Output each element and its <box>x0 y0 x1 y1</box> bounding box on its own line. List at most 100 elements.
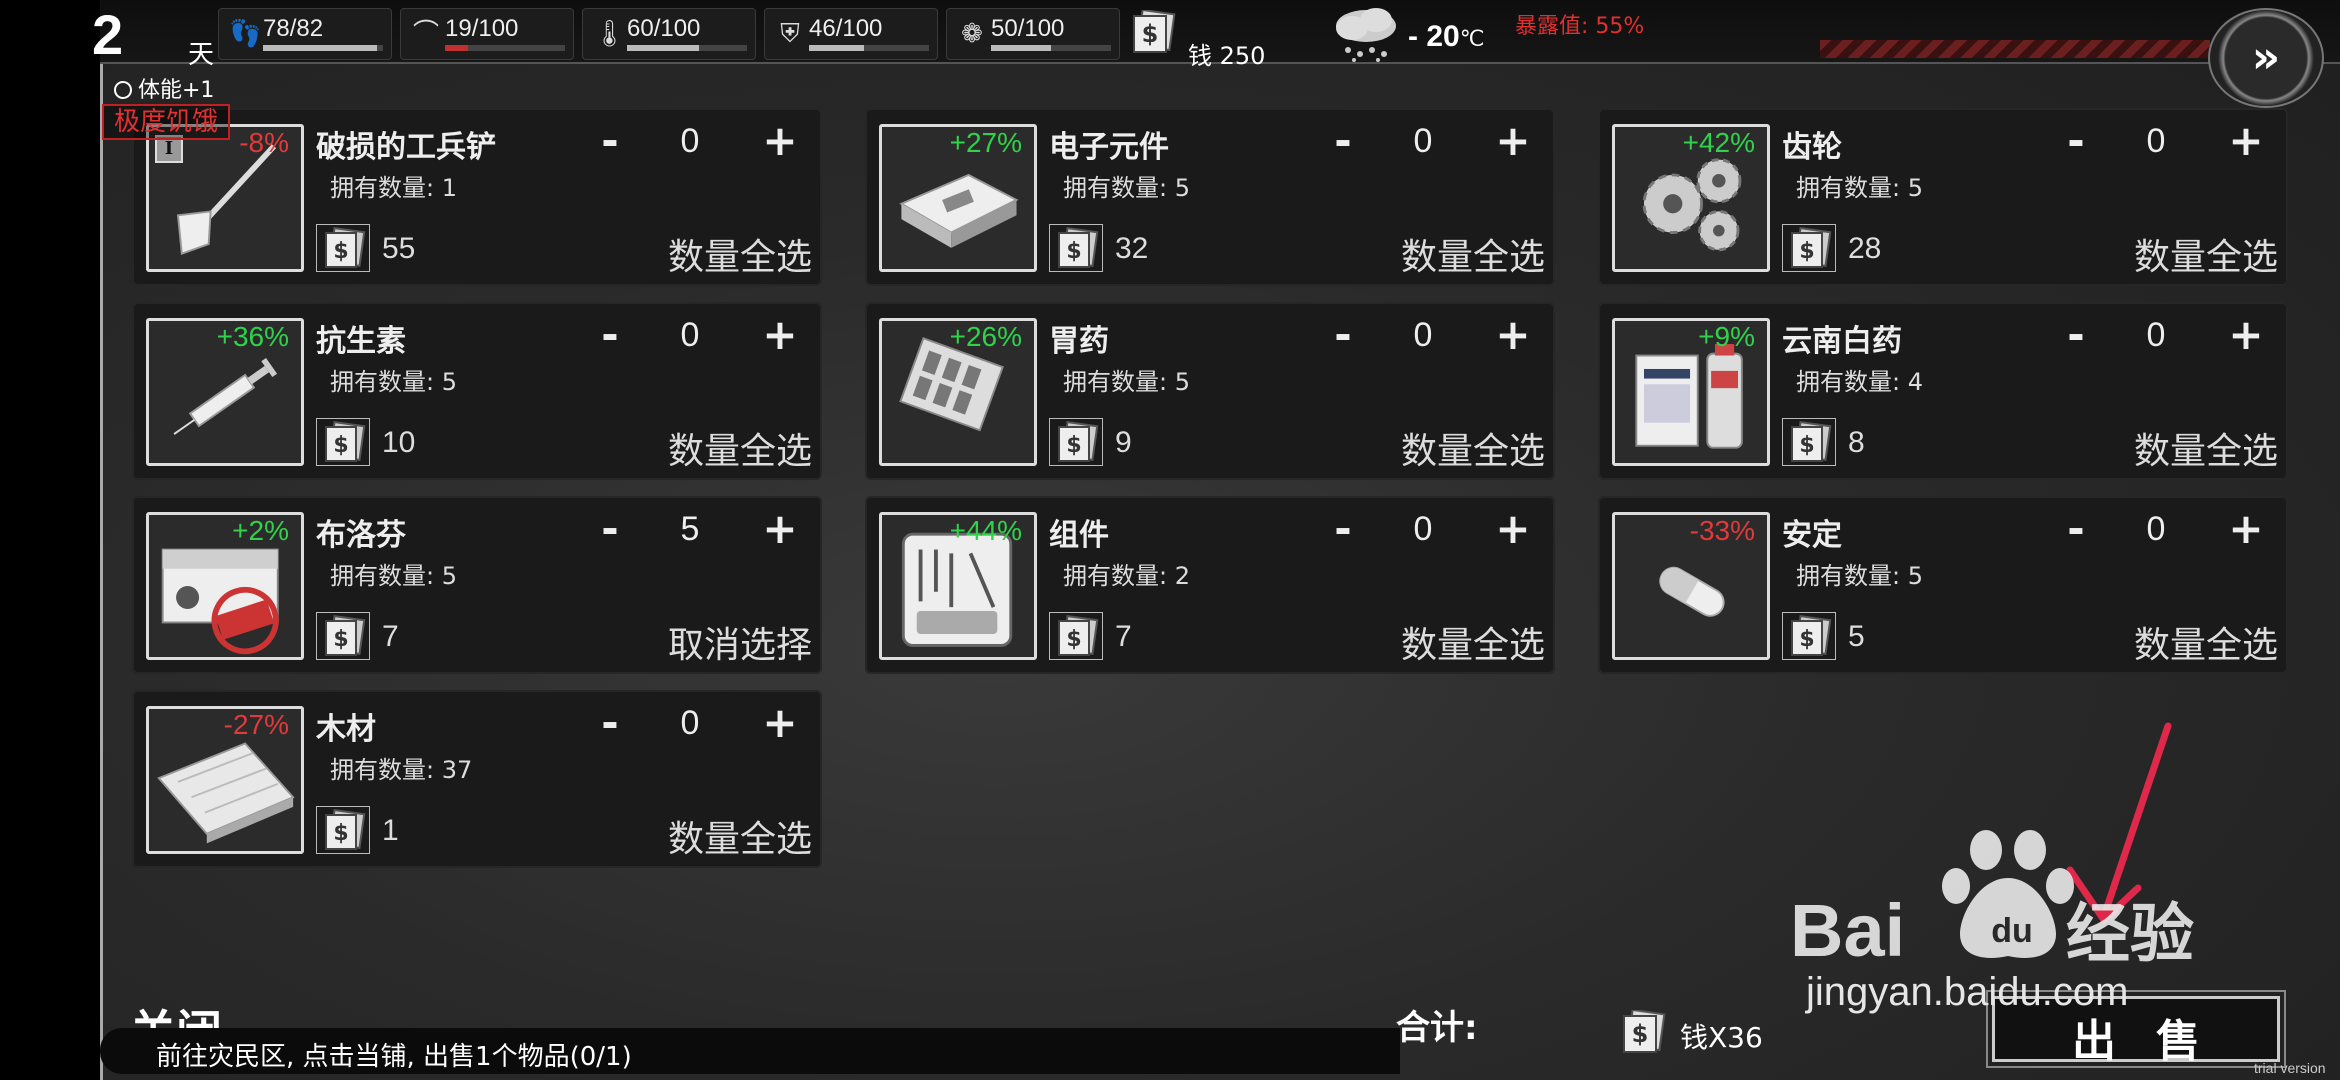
item-thumbnail[interactable]: I -8% <box>146 124 304 272</box>
stat-bar <box>263 45 383 51</box>
decrease-quantity-button[interactable]: - <box>590 310 630 359</box>
money-icon: $ <box>1782 612 1836 660</box>
select-all-quantity-button[interactable]: 数量全选 <box>668 810 812 862</box>
total-label: 合计: <box>1396 1008 1478 1048</box>
money-icon: $ <box>1049 418 1103 466</box>
increase-quantity-button[interactable]: + <box>760 504 800 553</box>
increase-quantity-button[interactable]: + <box>1493 504 1533 553</box>
quantity-value: 0 <box>2146 316 2166 354</box>
snow-cloud-icon <box>1336 8 1396 62</box>
increase-quantity-button[interactable]: + <box>2226 504 2266 553</box>
svg-text:du: du <box>1991 912 2033 950</box>
quantity-value: 0 <box>1413 316 1433 354</box>
item-thumbnail[interactable]: +42% <box>1612 124 1770 272</box>
select-all-quantity-button[interactable]: 数量全选 <box>668 422 812 474</box>
item-thumbnail[interactable]: +44% <box>879 512 1037 660</box>
quantity-value: 0 <box>1413 510 1433 548</box>
item-card: +2% 布洛芬 拥有数量: 5 $7 - 5 + 取消选择 <box>132 496 822 674</box>
quantity-value: 0 <box>1413 122 1433 160</box>
stat-bar-fill <box>991 45 1051 51</box>
increase-quantity-button[interactable]: + <box>2226 310 2266 359</box>
stat-bar <box>627 45 747 51</box>
select-all-quantity-button[interactable]: 数量全选 <box>1401 422 1545 474</box>
item-card: -33% 安定 拥有数量: 5 $5 - 0 + 数量全选 <box>1598 496 2288 674</box>
svg-text:$: $ <box>1799 627 1814 652</box>
select-all-quantity-button[interactable]: 数量全选 <box>668 228 812 280</box>
money-icon: $ <box>316 612 370 660</box>
item-thumbnail[interactable]: +27% <box>879 124 1037 272</box>
price-change: +27% <box>949 127 1022 158</box>
stat-bar <box>991 45 1111 51</box>
svg-text:经验: 经验 <box>2066 898 2194 972</box>
select-all-quantity-button[interactable]: 数量全选 <box>1401 228 1545 280</box>
increase-quantity-button[interactable]: + <box>760 698 800 747</box>
svg-text:$: $ <box>1632 1020 1649 1048</box>
select-all-quantity-button[interactable]: 数量全选 <box>1401 616 1545 668</box>
item-name: 木材 <box>316 712 376 747</box>
item-card: +36% 抗生素 拥有数量: 5 $10 - 0 + 数量全选 <box>132 302 822 480</box>
decrease-quantity-button[interactable]: - <box>590 116 630 165</box>
price-change: +42% <box>1682 127 1755 158</box>
select-all-quantity-button[interactable]: 数量全选 <box>2134 228 2278 280</box>
decrease-quantity-button[interactable]: - <box>2056 116 2096 165</box>
decrease-quantity-button[interactable]: - <box>1323 504 1363 553</box>
increase-quantity-button[interactable]: + <box>760 310 800 359</box>
exposure-bar <box>1820 40 2210 58</box>
decrease-quantity-button[interactable]: - <box>1323 116 1363 165</box>
item-name: 电子元件 <box>1049 130 1169 165</box>
svg-text:$: $ <box>333 239 348 264</box>
item-name: 布洛芬 <box>316 518 406 553</box>
owned-count: 拥有数量: 5 <box>1063 174 1190 202</box>
item-name: 破损的工兵铲 <box>316 130 496 165</box>
decrease-quantity-button[interactable]: - <box>590 698 630 747</box>
item-thumbnail[interactable]: +26% <box>879 318 1037 466</box>
price-change: +9% <box>1698 321 1755 352</box>
owned-count: 拥有数量: 4 <box>1796 368 1923 396</box>
item-thumbnail[interactable]: +9% <box>1612 318 1770 466</box>
item-price: 7 <box>1115 620 1132 653</box>
item-thumbnail[interactable]: +36% <box>146 318 304 466</box>
owned-count: 拥有数量: 5 <box>330 562 457 590</box>
owned-count: 拥有数量: 2 <box>1063 562 1190 590</box>
svg-text:$: $ <box>333 433 348 458</box>
money-icon: $ <box>1782 224 1836 272</box>
stat-4: ❁ 50/100 <box>946 8 1120 60</box>
money-icon: $ <box>316 806 370 854</box>
item-price: 9 <box>1115 426 1132 459</box>
decrease-quantity-button[interactable]: - <box>590 504 630 553</box>
stat-1: ⌒ 19/100 <box>400 8 574 60</box>
item-thumbnail[interactable]: -27% <box>146 706 304 854</box>
select-all-quantity-button[interactable]: 数量全选 <box>2134 616 2278 668</box>
item-price: 5 <box>1848 620 1865 653</box>
stat-value: 19/100 <box>445 15 519 42</box>
increase-quantity-button[interactable]: + <box>1493 310 1533 359</box>
price-change: +26% <box>949 321 1022 352</box>
fast-forward-icon: » <box>2251 32 2281 83</box>
item-card: I -8% 破损的工兵铲 拥有数量: 1 $55 - 0 + 数量全选 <box>132 108 822 286</box>
item-card: +26% 胃药 拥有数量: 5 $9 - 0 + 数量全选 <box>865 302 1555 480</box>
increase-quantity-button[interactable]: + <box>2226 116 2266 165</box>
item-thumbnail[interactable]: -33% <box>1612 512 1770 660</box>
footprints-icon: 👣 <box>229 19 262 49</box>
item-name: 抗生素 <box>316 324 406 359</box>
decrease-quantity-button[interactable]: - <box>2056 310 2096 359</box>
svg-text:$: $ <box>1799 433 1814 458</box>
money-amount: 钱 250 <box>1188 42 1266 70</box>
increase-quantity-button[interactable]: + <box>1493 116 1533 165</box>
stat-bar-fill <box>809 45 865 51</box>
select-all-quantity-button[interactable]: 数量全选 <box>2134 422 2278 474</box>
item-price: 7 <box>382 620 399 653</box>
item-card: +27% 电子元件 拥有数量: 5 $32 - 0 + 数量全选 <box>865 108 1555 286</box>
day-label: 天 <box>188 40 215 70</box>
item-name: 云南白药 <box>1782 324 1902 359</box>
decrease-quantity-button[interactable]: - <box>1323 310 1363 359</box>
stat-0: 👣 78/82 <box>218 8 392 60</box>
fast-forward-button[interactable]: » <box>2208 8 2324 108</box>
item-card: +44% 组件 拥有数量: 2 $7 - 0 + 数量全选 <box>865 496 1555 674</box>
increase-quantity-button[interactable]: + <box>760 116 800 165</box>
stat-bar-fill <box>445 45 468 51</box>
item-card: +42% 齿轮 拥有数量: 5 $28 - 0 + 数量全选 <box>1598 108 2288 286</box>
decrease-quantity-button[interactable]: - <box>2056 504 2096 553</box>
item-thumbnail[interactable]: +2% <box>146 512 304 660</box>
select-all-quantity-button[interactable]: 取消选择 <box>668 616 812 668</box>
